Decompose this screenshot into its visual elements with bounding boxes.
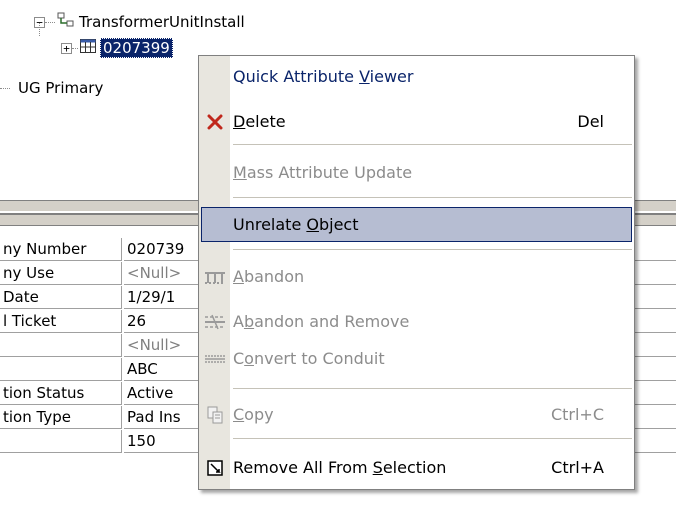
menu-item-label: Abandon and Remove <box>233 312 410 331</box>
menu-item-label: Remove All From Selection <box>233 458 447 477</box>
menu-separator <box>233 197 632 198</box>
tree-connector <box>0 87 10 89</box>
menu-item-label: Quick Attribute Viewer <box>233 67 414 86</box>
delete-icon <box>201 108 228 135</box>
tree-connector-line <box>39 23 40 36</box>
menu-item-abandon[interactable]: Abandon <box>199 258 634 295</box>
grid-label: tion Status <box>0 382 122 405</box>
grid-label: l Ticket <box>0 310 122 333</box>
menu-item-shortcut: Ctrl+C <box>550 405 604 424</box>
abandon-icon <box>201 263 228 290</box>
menu-item-mass-attribute-update[interactable]: Mass Attribute Update <box>199 154 634 191</box>
menu-separator <box>233 438 632 439</box>
tree-node-label-selected: 0207399 <box>100 38 173 58</box>
copy-icon <box>201 401 228 428</box>
menu-item-label: Delete <box>233 112 286 131</box>
tree-connector <box>45 21 55 23</box>
grid-label: tion Type <box>0 406 122 429</box>
menu-item-unrelate-object[interactable]: Unrelate Object <box>199 206 634 243</box>
grid-label <box>0 430 122 453</box>
menu-item-copy[interactable]: Copy Ctrl+C <box>199 396 634 433</box>
menu-separator <box>233 144 632 145</box>
tree-node-0207399[interactable]: + 0207399 <box>61 36 173 60</box>
conduit-icon <box>201 345 228 372</box>
menu-item-shortcut: Del <box>577 112 604 131</box>
relationship-icon <box>57 12 75 32</box>
context-menu: Quick Attribute Viewer Delete Del Mass A… <box>198 55 635 490</box>
menu-item-abandon-and-remove[interactable]: Abandon and Remove <box>199 303 634 340</box>
menu-item-delete[interactable]: Delete Del <box>199 103 634 140</box>
expand-toggle[interactable]: + <box>61 42 72 54</box>
tree-node-label: TransformerUnitInstall <box>79 13 245 31</box>
tree-node-label: UG Primary <box>18 79 104 97</box>
tree-node-ug-primary[interactable]: UG Primary <box>0 76 103 100</box>
abandon-remove-icon <box>201 308 228 335</box>
tree-connector <box>72 47 78 49</box>
grid-label: ny Number <box>0 238 122 261</box>
menu-item-convert-to-conduit[interactable]: Convert to Conduit <box>199 340 634 377</box>
menu-item-label: Copy <box>233 405 274 424</box>
menu-item-label: Convert to Conduit <box>233 349 385 368</box>
grid-label: ny Use <box>0 262 122 285</box>
menu-item-quick-attribute-viewer[interactable]: Quick Attribute Viewer <box>199 58 634 95</box>
table-icon <box>80 39 96 57</box>
menu-item-remove-all-from-selection[interactable]: Remove All From Selection Ctrl+A <box>199 449 634 486</box>
menu-item-label: Unrelate Object <box>233 215 359 234</box>
menu-separator <box>233 249 632 250</box>
grid-label <box>0 358 122 381</box>
menu-item-label: Mass Attribute Update <box>233 163 413 182</box>
menu-item-label: Abandon <box>233 267 305 286</box>
clear-selection-icon <box>201 454 228 481</box>
tree-node-transformer-unit-install[interactable]: − TransformerUnitInstall <box>34 10 245 34</box>
menu-separator <box>233 388 632 389</box>
menu-item-shortcut: Ctrl+A <box>551 458 604 477</box>
grid-label: Date <box>0 286 122 309</box>
grid-label <box>0 334 122 357</box>
